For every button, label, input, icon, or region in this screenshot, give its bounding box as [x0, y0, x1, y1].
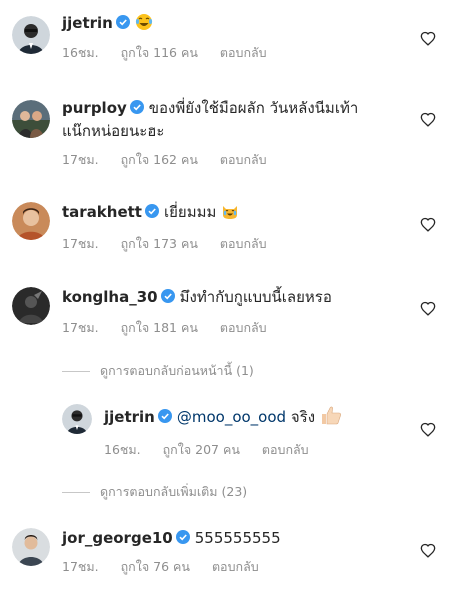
reply-button[interactable]: ตอบกลับ: [220, 150, 267, 170]
reply-button[interactable]: ตอบกลับ: [220, 234, 267, 254]
heart-icon[interactable]: [420, 422, 436, 437]
comment-text: จริง: [290, 408, 316, 426]
avatar[interactable]: [12, 16, 50, 54]
avatar[interactable]: [12, 202, 50, 240]
username[interactable]: konglha_30: [62, 288, 158, 306]
mention-link[interactable]: @moo_oo_ood: [177, 408, 286, 426]
avatar[interactable]: [62, 404, 92, 434]
avatar[interactable]: [12, 287, 50, 325]
verified-badge-icon: [157, 407, 172, 423]
username[interactable]: jjetrin: [104, 408, 155, 426]
comment-text: 555555555: [194, 529, 281, 547]
view-more-replies-label: ดูการตอบกลับเพิ่มเติม (23): [100, 484, 248, 499]
comment-time: 17ชม.: [62, 320, 99, 335]
username[interactable]: jjetrin: [62, 14, 113, 32]
verified-badge-icon: [144, 202, 159, 218]
verified-badge-icon: [160, 287, 175, 303]
view-previous-replies[interactable]: ดูการตอบกลับก่อนหน้านี้ (1): [62, 361, 254, 381]
like-count[interactable]: ถูกใจ 173 คน: [121, 234, 198, 254]
verified-badge-icon: [175, 528, 190, 544]
username[interactable]: tarakhett: [62, 203, 142, 221]
comment-time: 16ชม.: [62, 45, 99, 60]
crying-laugh-cat-emoji-icon: [221, 202, 239, 226]
comment-text-continued: แน๊กหน่อยนะฮะ: [62, 122, 165, 140]
comment-time: 17ชม.: [62, 559, 99, 574]
comment-time: 17ชม.: [62, 236, 99, 251]
laugh-cry-emoji-icon: [135, 13, 153, 37]
heart-icon[interactable]: [420, 112, 436, 127]
avatar[interactable]: [12, 528, 50, 566]
divider: [62, 491, 90, 493]
view-previous-replies-label: ดูการตอบกลับก่อนหน้านี้ (1): [100, 363, 254, 378]
heart-icon[interactable]: [420, 31, 436, 46]
avatar[interactable]: [12, 100, 50, 138]
like-count[interactable]: ถูกใจ 76 คน: [121, 557, 190, 577]
reply-button[interactable]: ตอบกลับ: [220, 318, 267, 338]
verified-badge-icon: [115, 13, 130, 29]
heart-icon[interactable]: [420, 301, 436, 316]
thumbs-up-emoji-icon: [320, 405, 342, 431]
heart-icon[interactable]: [420, 217, 436, 232]
comment-text: ของพี่ยังใช้มือผลัก วันหลังนีมเท้า: [148, 99, 359, 117]
heart-icon[interactable]: [420, 543, 436, 558]
divider: [62, 370, 90, 372]
comment-text: เยี่ยมมม: [163, 203, 217, 221]
like-count[interactable]: ถูกใจ 181 คน: [121, 318, 198, 338]
reply-button[interactable]: ตอบกลับ: [220, 43, 267, 63]
like-count[interactable]: ถูกใจ 162 คน: [121, 150, 198, 170]
username[interactable]: purploy: [62, 99, 127, 117]
comment-time: 16ชม.: [104, 442, 141, 457]
reply-button[interactable]: ตอบกลับ: [212, 557, 259, 577]
comment-text: มึงทำกับกูแบบนี้เลยหรอ: [179, 288, 332, 306]
like-count[interactable]: ถูกใจ 207 คน: [163, 440, 240, 460]
comment-time: 17ชม.: [62, 152, 99, 167]
username[interactable]: jor_george10: [62, 529, 173, 547]
verified-badge-icon: [129, 98, 144, 114]
view-more-replies[interactable]: ดูการตอบกลับเพิ่มเติม (23): [62, 482, 247, 502]
reply-button[interactable]: ตอบกลับ: [262, 440, 309, 460]
like-count[interactable]: ถูกใจ 116 คน: [121, 43, 198, 63]
